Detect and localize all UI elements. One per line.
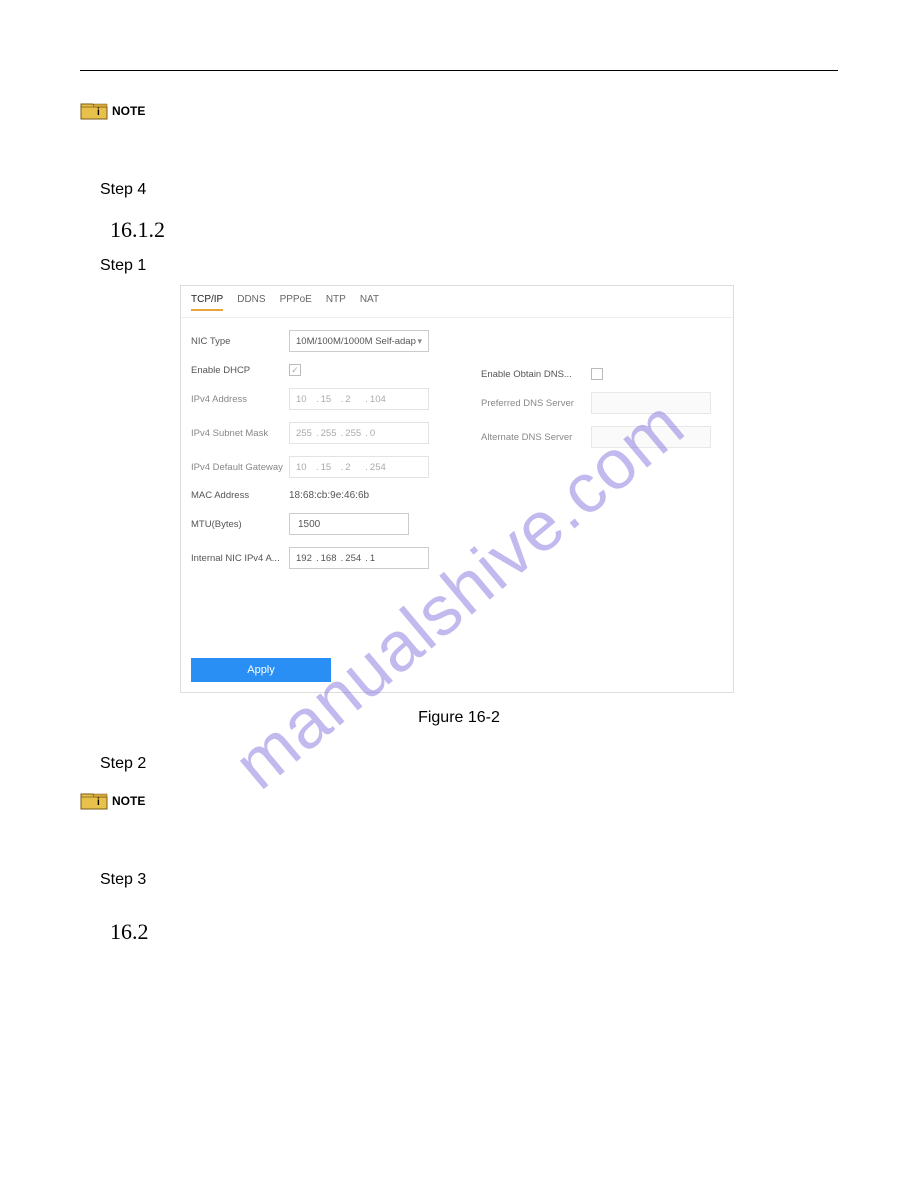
note-icon: i: [80, 101, 108, 121]
ipv4-gateway-label: IPv4 Default Gateway: [191, 462, 289, 473]
svg-text:i: i: [97, 797, 100, 808]
note-block-1: i NOTE: [80, 101, 838, 121]
section-16-1-2: 16.1.2: [110, 217, 838, 243]
step-4-label: Step 4: [100, 181, 838, 199]
tab-tcpip[interactable]: TCP/IP: [191, 294, 223, 311]
alternate-dns-label: Alternate DNS Server: [481, 432, 591, 443]
apply-button[interactable]: Apply: [191, 658, 331, 682]
ipv4-mask-label: IPv4 Subnet Mask: [191, 428, 289, 439]
enable-obtain-dns-checkbox[interactable]: [591, 368, 603, 380]
preferred-dns-input[interactable]: [591, 392, 711, 414]
nic-type-label: NIC Type: [191, 336, 289, 347]
step-3-label: Step 3: [100, 871, 838, 889]
note-icon: i: [80, 791, 108, 811]
check-icon: ✓: [291, 365, 299, 376]
chevron-down-icon: ▾: [417, 336, 422, 347]
tab-ntp[interactable]: NTP: [326, 294, 346, 311]
ipv4-gateway-input[interactable]: 10. 15. 2. 254: [289, 456, 429, 478]
ipv4-mask-input[interactable]: 255. 255. 255. 0: [289, 422, 429, 444]
step-2-label: Step 2: [100, 755, 838, 773]
alternate-dns-input[interactable]: [591, 426, 711, 448]
note-label: NOTE: [112, 794, 145, 808]
enable-dhcp-label: Enable DHCP: [191, 365, 289, 376]
note-label: NOTE: [112, 104, 145, 118]
ipv4-address-label: IPv4 Address: [191, 394, 289, 405]
tab-pppoe[interactable]: PPPoE: [280, 294, 312, 311]
tcpip-settings-panel: TCP/IP DDNS PPPoE NTP NAT NIC Type 10M/1…: [180, 285, 734, 693]
enable-obtain-dns-label: Enable Obtain DNS...: [481, 369, 591, 380]
internal-nic-label: Internal NIC IPv4 A...: [191, 553, 289, 564]
svg-text:i: i: [97, 107, 100, 118]
right-column: Enable Obtain DNS... Preferred DNS Serve…: [481, 368, 711, 460]
mtu-input[interactable]: 1500: [289, 513, 409, 535]
mac-address-label: MAC Address: [191, 490, 289, 501]
preferred-dns-label: Preferred DNS Server: [481, 398, 591, 409]
figure-caption: Figure 16-2: [80, 709, 838, 727]
tab-bar: TCP/IP DDNS PPPoE NTP NAT: [181, 286, 733, 318]
nic-type-select[interactable]: 10M/100M/1000M Self-adap ▾: [289, 330, 429, 352]
section-16-2: 16.2: [110, 919, 838, 945]
internal-nic-input[interactable]: 192. 168. 254. 1: [289, 547, 429, 569]
form-area: NIC Type 10M/100M/1000M Self-adap ▾ Enab…: [181, 318, 733, 618]
note-block-2: i NOTE: [80, 791, 838, 811]
nic-type-value: 10M/100M/1000M Self-adap: [296, 336, 416, 347]
mtu-label: MTU(Bytes): [191, 519, 289, 530]
enable-dhcp-checkbox[interactable]: ✓: [289, 364, 301, 376]
mac-address-value: 18:68:cb:9e:46:6b: [289, 490, 369, 501]
ipv4-address-input[interactable]: 10. 15. 2. 104: [289, 388, 429, 410]
step-1-label: Step 1: [100, 257, 838, 275]
divider: [80, 70, 838, 71]
tab-ddns[interactable]: DDNS: [237, 294, 265, 311]
tab-nat[interactable]: NAT: [360, 294, 379, 311]
